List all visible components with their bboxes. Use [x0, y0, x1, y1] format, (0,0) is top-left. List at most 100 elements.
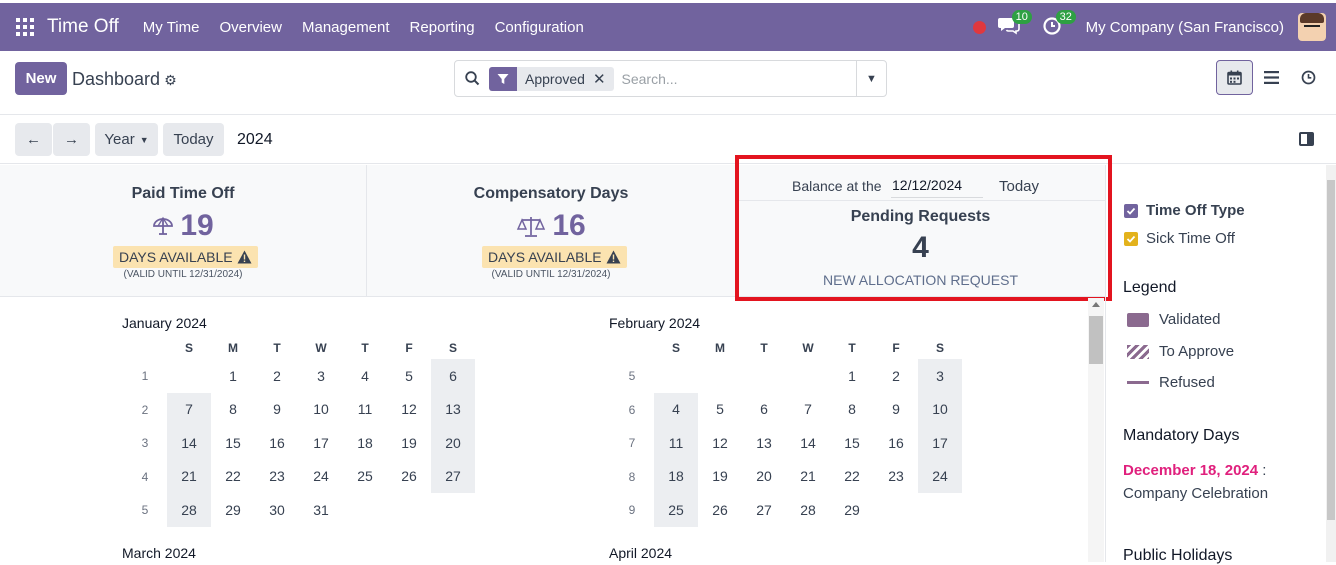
calendar-day[interactable]: 20: [431, 426, 475, 460]
calendar-day[interactable]: 11: [343, 393, 387, 427]
calendar-day[interactable]: 29: [830, 493, 874, 527]
previous-button[interactable]: ←: [15, 123, 52, 156]
calendar-day[interactable]: 9: [255, 393, 299, 427]
calendar-day[interactable]: 2: [255, 359, 299, 393]
side-panel-toggle-icon[interactable]: [1299, 132, 1314, 146]
list-view-button[interactable]: [1253, 60, 1290, 95]
chat-button[interactable]: 10: [997, 10, 1032, 39]
calendar-day[interactable]: 31: [299, 493, 343, 527]
apps-menu-icon[interactable]: [16, 18, 34, 36]
calendar-scrollbar[interactable]: [1088, 298, 1104, 562]
calendar-day[interactable]: 14: [167, 426, 211, 460]
calendar-day[interactable]: 5: [387, 359, 431, 393]
menu-my-time[interactable]: My Time: [143, 19, 200, 36]
legend-refused: Refused: [1127, 374, 1215, 391]
activity-button[interactable]: 32: [1042, 10, 1076, 39]
calendar-day[interactable]: 27: [742, 493, 786, 527]
calendar-day[interactable]: 16: [255, 426, 299, 460]
calendar-day[interactable]: 21: [786, 460, 830, 494]
calendar-day[interactable]: 21: [167, 460, 211, 494]
search-facet[interactable]: Approved ✕: [489, 66, 614, 91]
calendar-day[interactable]: 19: [387, 426, 431, 460]
calendar-day[interactable]: 6: [431, 359, 475, 393]
calendar-day[interactable]: 17: [918, 426, 962, 460]
calendar-day[interactable]: 29: [211, 493, 255, 527]
calendar-day[interactable]: 4: [343, 359, 387, 393]
calendar-day[interactable]: 24: [299, 460, 343, 494]
calendar-day[interactable]: 25: [343, 460, 387, 494]
side-scrollbar-thumb[interactable]: [1327, 180, 1335, 520]
calendar-day[interactable]: 17: [299, 426, 343, 460]
calendar-day[interactable]: 2: [874, 359, 918, 393]
calendar-day[interactable]: 28: [167, 493, 211, 527]
calendar-day[interactable]: 23: [874, 460, 918, 494]
calendar-day[interactable]: 7: [786, 393, 830, 427]
calendar-day[interactable]: 1: [830, 359, 874, 393]
status-dot-icon[interactable]: [972, 20, 986, 34]
checkbox-checked-icon[interactable]: [1124, 203, 1138, 218]
calendar-day[interactable]: 22: [211, 460, 255, 494]
calendar-day[interactable]: 20: [742, 460, 786, 494]
calendar-day[interactable]: 8: [211, 393, 255, 427]
calendar-day[interactable]: 28: [786, 493, 830, 527]
user-avatar[interactable]: [1298, 13, 1326, 41]
calendar-day[interactable]: 3: [299, 359, 343, 393]
calendar-day[interactable]: 16: [874, 426, 918, 460]
calendar-day[interactable]: 6: [742, 393, 786, 427]
validated-swatch-icon: [1127, 312, 1149, 327]
calendar-day[interactable]: 19: [698, 460, 742, 494]
calendar-day[interactable]: 26: [387, 460, 431, 494]
calendar-day[interactable]: 4: [654, 393, 698, 427]
calendar-day[interactable]: 24: [918, 460, 962, 494]
calendar-day[interactable]: 23: [255, 460, 299, 494]
card-value-number: 16: [552, 209, 586, 242]
calendar-day[interactable]: 5: [698, 393, 742, 427]
calendar-day[interactable]: 9: [874, 393, 918, 427]
calendar-day[interactable]: 10: [299, 393, 343, 427]
next-button[interactable]: →: [53, 123, 90, 156]
calendar-day[interactable]: 7: [167, 393, 211, 427]
filter-label: Sick Time Off: [1146, 230, 1235, 247]
today-button[interactable]: Today: [163, 123, 224, 156]
filter-sick-time-off[interactable]: Sick Time Off: [1124, 230, 1235, 247]
scroll-up-arrow-icon[interactable]: [1092, 302, 1100, 307]
calendar-day[interactable]: 1: [211, 359, 255, 393]
mandatory-day-name: Company Celebration: [1123, 485, 1269, 502]
menu-configuration[interactable]: Configuration: [495, 19, 584, 36]
calendar-day[interactable]: 11: [654, 426, 698, 460]
search-icon[interactable]: [455, 71, 489, 86]
calendar-day[interactable]: 15: [830, 426, 874, 460]
facet-remove-icon[interactable]: ✕: [592, 66, 614, 91]
calendar-view-button[interactable]: [1216, 60, 1253, 95]
calendar-day[interactable]: 26: [698, 493, 742, 527]
calendar-day[interactable]: 3: [918, 359, 962, 393]
calendar-day[interactable]: 12: [387, 393, 431, 427]
search-options-toggle[interactable]: ▼: [856, 61, 886, 96]
checkbox-checked-icon[interactable]: [1124, 231, 1138, 246]
menu-overview[interactable]: Overview: [219, 19, 282, 36]
calendar-day[interactable]: 30: [255, 493, 299, 527]
calendar-day[interactable]: 22: [830, 460, 874, 494]
calendar-day[interactable]: 14: [786, 426, 830, 460]
menu-reporting[interactable]: Reporting: [410, 19, 475, 36]
company-switcher[interactable]: My Company (San Francisco): [1086, 19, 1284, 36]
calendar-day[interactable]: 8: [830, 393, 874, 427]
activity-view-button[interactable]: [1290, 60, 1327, 95]
filter-time-off-type[interactable]: Time Off Type: [1124, 202, 1245, 219]
scrollbar-thumb[interactable]: [1089, 316, 1103, 364]
scale-dropdown[interactable]: Year ▼: [95, 123, 158, 156]
app-brand[interactable]: Time Off: [47, 16, 119, 38]
calendar-day[interactable]: 13: [742, 426, 786, 460]
calendar-day[interactable]: 25: [654, 493, 698, 527]
calendar-day[interactable]: 15: [211, 426, 255, 460]
new-button[interactable]: New: [15, 62, 67, 95]
menu-management[interactable]: Management: [302, 19, 390, 36]
calendar-day[interactable]: 18: [654, 460, 698, 494]
calendar-day[interactable]: 10: [918, 393, 962, 427]
gear-icon[interactable]: ⚙: [164, 72, 177, 89]
calendar-day[interactable]: 13: [431, 393, 475, 427]
calendar-day[interactable]: 27: [431, 460, 475, 494]
calendar-day[interactable]: 18: [343, 426, 387, 460]
search-input[interactable]: [621, 70, 842, 87]
calendar-day[interactable]: 12: [698, 426, 742, 460]
